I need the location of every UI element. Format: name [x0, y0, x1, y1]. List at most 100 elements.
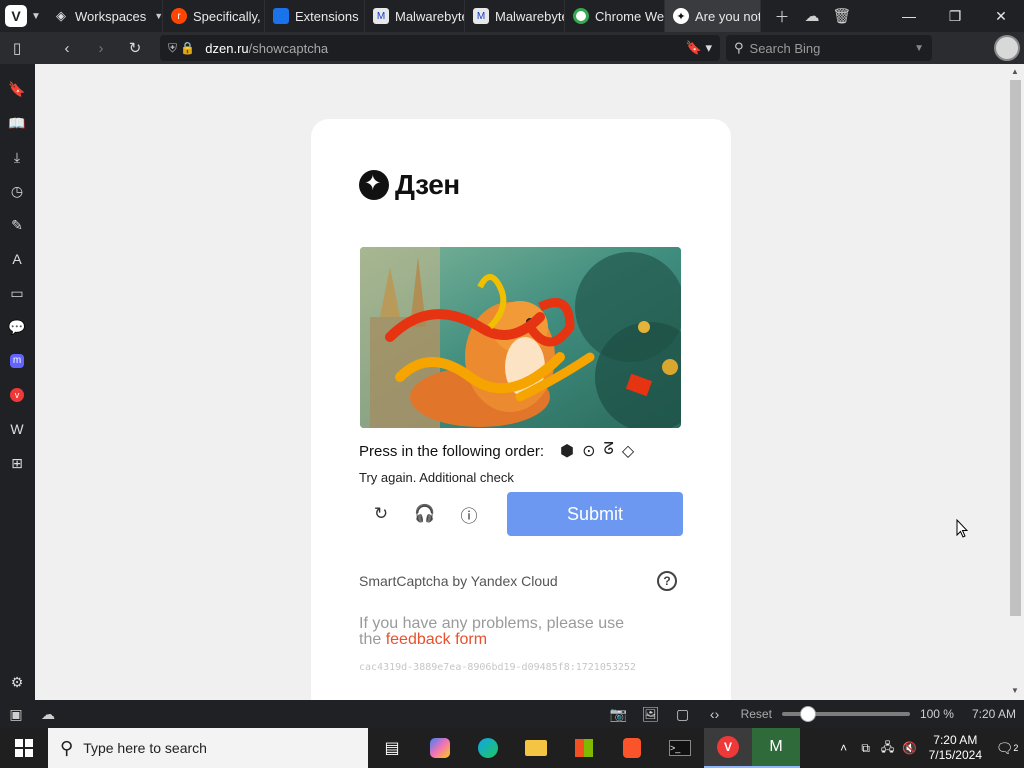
- page-scrollbar[interactable]: ▲ ▼: [1008, 64, 1024, 700]
- new-tab-icon[interactable]: ＋: [767, 6, 797, 27]
- chevron-down-icon[interactable]: ▼: [914, 43, 924, 54]
- reload-icon[interactable]: ↻: [118, 39, 152, 57]
- site-security-icon[interactable]: ⛨ 🔒: [168, 41, 195, 56]
- vivaldi-icon[interactable]: v: [6, 384, 28, 406]
- side-panel: 🔖 📖 ⤓ ◷ ✎ A ▭ 💬 m v W ⊞ ⚙: [0, 64, 35, 700]
- tab-label: Are you not a: [695, 8, 761, 24]
- bookmark-icon[interactable]: 🔖 ▾: [686, 40, 712, 56]
- captcha-error-message: Try again. Additional check: [359, 470, 514, 485]
- vivaldi-taskbar-icon[interactable]: V: [704, 728, 752, 768]
- chevron-down-icon[interactable]: ▼: [27, 11, 45, 22]
- dzen-logo-mark-icon: [359, 170, 389, 200]
- brave-icon[interactable]: [608, 728, 656, 768]
- trash-icon[interactable]: 🗑: [827, 7, 857, 25]
- captcha-card: Дзен: [311, 119, 731, 700]
- file-explorer-icon[interactable]: [512, 728, 560, 768]
- terminal-icon[interactable]: >_: [656, 728, 704, 768]
- captcha-squirrel-picture[interactable]: [360, 247, 681, 428]
- taskbar-clock[interactable]: 7:20 AM 7/15/2024: [929, 733, 982, 763]
- notifications-icon[interactable]: 🗨 2: [990, 728, 1024, 768]
- address-field[interactable]: ⛨ 🔒 dzen.ru /showcaptcha 🔖 ▾: [160, 35, 720, 61]
- info-icon[interactable]: ⓘ: [457, 502, 481, 526]
- profile-avatar[interactable]: [994, 35, 1020, 61]
- bookmarks-icon[interactable]: 🔖: [6, 78, 28, 100]
- vivaldi-menu-button[interactable]: V: [5, 5, 27, 27]
- feedback-form-link[interactable]: feedback form: [386, 631, 487, 648]
- panel-toggle-icon[interactable]: ▣: [0, 706, 32, 723]
- tab-dzen-captcha[interactable]: ✦ Are you not a: [665, 0, 761, 32]
- copilot-icon[interactable]: [416, 728, 464, 768]
- start-button[interactable]: [0, 728, 48, 768]
- tray-app-icon[interactable]: ⧉: [855, 741, 877, 756]
- workspaces-button[interactable]: ◈ Workspaces ▼: [45, 0, 163, 32]
- taskbar-search[interactable]: ⚲ Type here to search: [48, 728, 368, 768]
- reading-list-icon[interactable]: 📖: [6, 112, 28, 134]
- capture-icon[interactable]: 📷: [603, 706, 635, 723]
- zoom-slider[interactable]: [781, 706, 910, 722]
- malwarebytes-taskbar-icon[interactable]: M: [752, 728, 800, 768]
- tab-chrome-welcome[interactable]: Chrome Wel: [565, 0, 665, 32]
- search-icon: ⚲: [734, 40, 744, 55]
- captcha-instruction: Press in the following order:: [359, 442, 545, 460]
- status-bar: ▣ ☁ 📷 🖼 ▢ ‹› Reset 100 % 7:20 AM: [0, 700, 1024, 728]
- clock-time: 7:20 AM: [933, 733, 978, 747]
- microsoft-store-icon[interactable]: [560, 728, 608, 768]
- dzen-logo: Дзен: [359, 169, 460, 201]
- history-icon[interactable]: ◷: [6, 180, 28, 202]
- close-window-button[interactable]: ✕: [978, 8, 1024, 25]
- captcha-order-row: Press in the following order: ⬢ ⊙ ᘔ ◇: [359, 441, 634, 461]
- network-icon[interactable]: 🖧: [877, 738, 899, 759]
- system-tray: ˄ ⧉ 🖧 🔇 7:20 AM 7/15/2024 🗨 2: [833, 728, 1024, 768]
- zoom-slider-knob[interactable]: [799, 706, 816, 722]
- add-panel-icon[interactable]: ⊞: [6, 452, 28, 474]
- edge-icon[interactable]: [464, 728, 512, 768]
- restore-button[interactable]: ❐: [932, 8, 978, 25]
- search-field[interactable]: ⚲ Search Bing ▼: [726, 35, 932, 61]
- chrome-icon: [573, 8, 589, 24]
- panel-toggle-icon[interactable]: ▯: [0, 39, 34, 57]
- captcha-provider: SmartCaptcha by Yandex Cloud: [359, 573, 558, 589]
- refresh-icon[interactable]: ↻: [369, 502, 393, 526]
- mastodon-icon[interactable]: m: [6, 350, 28, 372]
- wikipedia-icon[interactable]: W: [6, 418, 28, 440]
- volume-muted-icon[interactable]: 🔇: [899, 741, 921, 755]
- request-id: cac4319d-3889e7ea-8906bd19-d09485f8:1721…: [359, 662, 636, 673]
- scroll-up-icon[interactable]: ▲: [1011, 67, 1019, 76]
- cloud-sync-icon[interactable]: ☁: [32, 706, 64, 723]
- translate-icon[interactable]: A: [6, 248, 28, 270]
- url-path: /showcaptcha: [248, 40, 329, 56]
- malwarebytes-icon: M: [473, 8, 489, 24]
- chat-icon[interactable]: 💬: [6, 316, 28, 338]
- tab-reddit[interactable]: r Specifically, v: [163, 0, 265, 32]
- window-icon[interactable]: ▭: [6, 282, 28, 304]
- settings-icon[interactable]: ⚙: [6, 671, 28, 693]
- tab-malwarebytes-2[interactable]: M Malwarebyte: [465, 0, 565, 32]
- downloads-icon[interactable]: ⤓: [6, 146, 28, 168]
- back-icon[interactable]: ‹: [50, 40, 84, 57]
- search-placeholder: Search Bing: [749, 40, 821, 56]
- cloud-sync-icon[interactable]: ☁: [797, 7, 827, 25]
- notes-icon[interactable]: ✎: [6, 214, 28, 236]
- minimize-button[interactable]: —: [886, 8, 932, 25]
- chevron-up-icon[interactable]: ˄: [833, 741, 855, 755]
- captcha-tools: ↻ 🎧 ⓘ: [369, 502, 481, 526]
- task-view-icon[interactable]: ▤: [368, 728, 416, 768]
- clock-date: 7/15/2024: [928, 748, 982, 762]
- submit-button[interactable]: Submit: [507, 492, 683, 536]
- scrollbar-thumb[interactable]: [1010, 80, 1021, 616]
- zoom-reset-button[interactable]: Reset: [741, 707, 772, 721]
- forward-icon[interactable]: ›: [84, 40, 118, 57]
- address-toolbar: ▯ ‹ › ↻ ⛨ 🔒 dzen.ru /showcaptcha 🔖 ▾ ⚲ S…: [0, 32, 1024, 64]
- captcha-image[interactable]: [360, 247, 681, 428]
- audio-headphones-icon[interactable]: 🎧: [413, 502, 437, 526]
- order-symbol-3: ᘔ: [603, 441, 614, 458]
- image-toggle-icon[interactable]: 🖼: [635, 706, 667, 723]
- reddit-icon: r: [171, 8, 187, 24]
- scroll-down-icon[interactable]: ▼: [1011, 686, 1019, 695]
- page-tiling-icon[interactable]: ▢: [667, 706, 699, 723]
- tab-extensions[interactable]: Extensions: [265, 0, 365, 32]
- help-icon[interactable]: ?: [657, 571, 677, 591]
- page-actions-icon[interactable]: ‹›: [699, 706, 731, 722]
- windows-taskbar: ⚲ Type here to search ▤ >_ V M ˄ ⧉ 🖧 🔇 7…: [0, 728, 1024, 768]
- tab-malwarebytes-1[interactable]: M Malwarebyte: [365, 0, 465, 32]
